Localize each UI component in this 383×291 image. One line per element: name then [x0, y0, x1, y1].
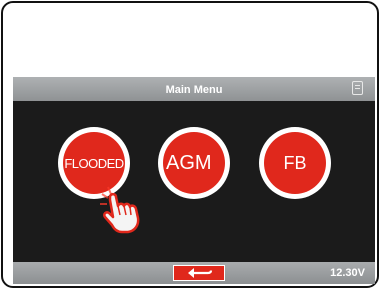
menu-item-label: FLOODED — [64, 155, 124, 171]
back-button[interactable] — [173, 265, 225, 281]
menu-item-label: AGM — [166, 151, 212, 174]
menu-item-fb[interactable]: FB — [259, 127, 331, 199]
hand-shape — [103, 192, 140, 234]
menu-item-label: FB — [283, 152, 307, 173]
sd-card-icon — [352, 81, 363, 95]
header-bar: Main Menu — [13, 77, 375, 101]
page-title: Main Menu — [165, 84, 223, 96]
device-screen: Main Menu FLOODED AGM FB 12.30V — [13, 77, 375, 284]
device-frame: Main Menu FLOODED AGM FB 12.30V — [1, 1, 379, 288]
voltage-readout: 12.30V — [330, 267, 365, 279]
footer-bar: 12.30V — [13, 262, 375, 284]
menu-item-agm[interactable]: AGM — [158, 127, 230, 199]
hand-pointer-icon — [100, 186, 140, 234]
return-arrow-icon — [188, 268, 213, 278]
